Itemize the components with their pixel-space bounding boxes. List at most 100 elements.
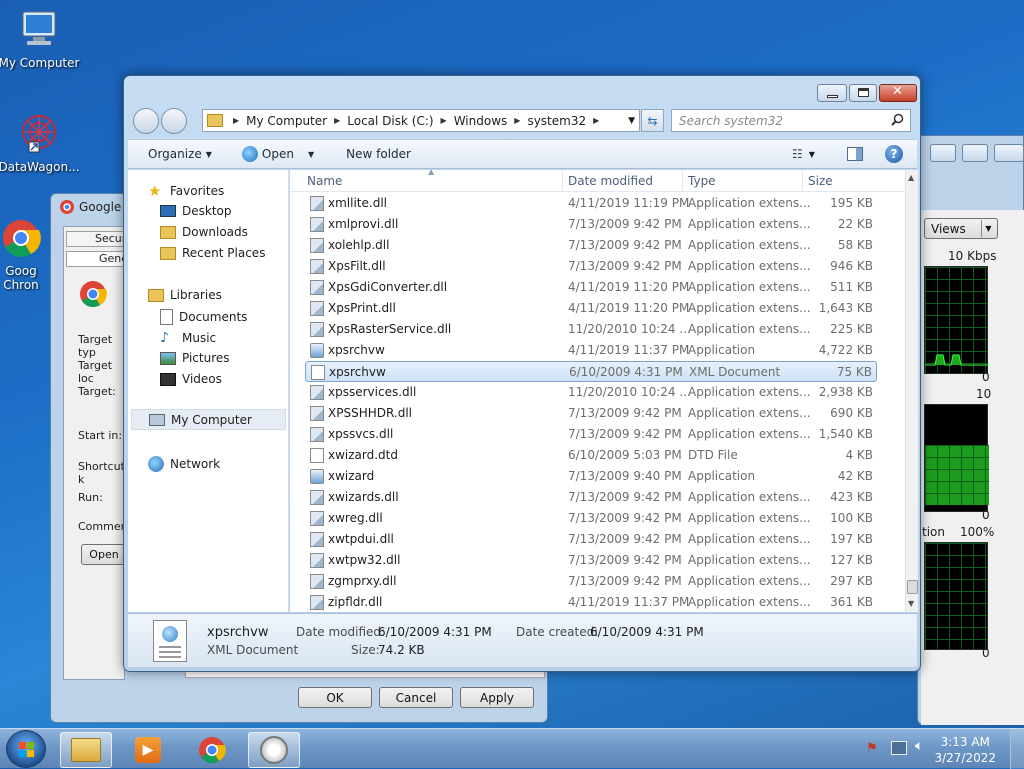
task-manager-window-bg[interactable]: Views ▼ 10 Kbps 0 10 0 tion 100% 0: [917, 135, 1024, 725]
column-date-modified[interactable]: Date modified: [568, 174, 653, 188]
tab-general[interactable]: Gene: [66, 251, 128, 267]
nav-my-computer[interactable]: My Computer: [131, 409, 286, 430]
file-date-modified: 7/13/2009 9:42 PM: [568, 406, 682, 420]
search-input[interactable]: Search system32: [671, 109, 911, 132]
file-row[interactable]: xpssvcs.dll 7/13/2009 9:42 PM Application …: [305, 424, 877, 445]
file-row[interactable]: zipfldr.dll 4/11/2019 11:37 PM Application…: [305, 592, 877, 612]
change-view-button[interactable]: ☷ ▼: [792, 147, 815, 161]
desktop-icon-my-computer[interactable]: My Computer: [0, 8, 81, 70]
nav-pictures[interactable]: Pictures: [160, 351, 230, 365]
nav-favorites[interactable]: ★ Favorites: [148, 183, 224, 199]
nav-network[interactable]: Network: [148, 456, 220, 472]
taskbar-task-manager-button[interactable]: [248, 732, 300, 768]
column-size[interactable]: Size: [808, 174, 833, 188]
file-row[interactable]: zgmprxy.dll 7/13/2009 9:42 PM Application …: [305, 571, 877, 592]
breadcrumb-system32[interactable]: system32: [522, 114, 591, 128]
file-row[interactable]: XpsRasterService.dll 11/20/2010 10:24 ...…: [305, 319, 877, 340]
tab-security[interactable]: Secur: [66, 231, 126, 247]
file-row[interactable]: xwizard.dtd 6/10/2009 5:03 PM DTD File 4 KB: [305, 445, 877, 466]
breadcrumb-windows[interactable]: Windows: [449, 114, 513, 128]
explorer-window[interactable]: ✕ ▶ My Computer ▶ Local Disk (C:) ▶ Wind…: [123, 75, 921, 672]
column-name[interactable]: Name: [307, 174, 342, 188]
maximize-icon: [858, 88, 869, 97]
scroll-down-icon[interactable]: ▼: [908, 599, 914, 608]
cancel-button[interactable]: Cancel: [379, 687, 453, 708]
nav-desktop[interactable]: Desktop: [160, 204, 232, 218]
open-file-location-button[interactable]: Open: [81, 544, 127, 565]
file-row[interactable]: xpsservices.dll 11/20/2010 10:24 ... Appli…: [305, 382, 877, 403]
show-desktop-button[interactable]: [1010, 729, 1024, 769]
close-button[interactable]: [994, 144, 1024, 162]
close-button[interactable]: ✕: [879, 84, 917, 102]
graph-label: 10: [976, 387, 992, 401]
file-date-modified: 7/13/2009 9:42 PM: [568, 259, 682, 273]
folder-icon: [207, 114, 223, 127]
column-type[interactable]: Type: [688, 174, 716, 188]
nav-documents[interactable]: Documents: [160, 309, 247, 325]
maximize-button[interactable]: [849, 84, 877, 102]
refresh-button[interactable]: ⇆: [641, 109, 664, 132]
file-row[interactable]: xwreg.dll 7/13/2009 9:42 PM Application ex…: [305, 508, 877, 529]
open-button[interactable]: Open ▼: [226, 146, 328, 162]
file-row[interactable]: xpsrchvw 6/10/2009 4:31 PM XML Document 75 …: [305, 361, 877, 382]
scroll-up-icon[interactable]: ▲: [908, 173, 914, 182]
volume-icon[interactable]: 🔈︎: [915, 738, 923, 754]
file-row[interactable]: XPSSHHDR.dll 7/13/2009 9:42 PM Application…: [305, 403, 877, 424]
forward-button[interactable]: [161, 108, 187, 134]
organize-button[interactable]: Organize ▼: [128, 147, 226, 161]
file-date-modified: 4/11/2019 11:20 PM: [568, 280, 690, 294]
file-row[interactable]: XpsGdiConverter.dll 4/11/2019 11:20 PM App…: [305, 277, 877, 298]
file-row[interactable]: XpsPrint.dll 4/11/2019 11:20 PM Applicatio…: [305, 298, 877, 319]
file-name: XpsRasterService.dll: [328, 322, 452, 336]
file-row[interactable]: xwtpdui.dll 7/13/2009 9:42 PM Application …: [305, 529, 877, 550]
file-row[interactable]: xwtpw32.dll 7/13/2009 9:42 PM Application …: [305, 550, 877, 571]
preview-pane-button[interactable]: [847, 147, 863, 161]
file-row[interactable]: XpsFilt.dll 7/13/2009 9:42 PM Application …: [305, 256, 877, 277]
file-row[interactable]: xwizard 7/13/2009 9:40 PM Application 42 KB: [305, 466, 877, 487]
action-center-flag-icon[interactable]: ⚑: [866, 741, 882, 757]
nav-downloads[interactable]: Downloads: [160, 225, 248, 239]
folder-icon: [71, 738, 101, 762]
address-bar[interactable]: ▶ My Computer ▶ Local Disk (C:) ▶ Window…: [202, 109, 640, 132]
file-row[interactable]: xpsrchvw 4/11/2019 11:37 PM Application 4,7…: [305, 340, 877, 361]
nav-music[interactable]: ♪ Music: [160, 330, 216, 346]
details-file-type: XML Document: [207, 643, 299, 657]
file-row[interactable]: xmlprovi.dll 7/13/2009 9:42 PM Application…: [305, 214, 877, 235]
taskbar-explorer-button[interactable]: [60, 732, 112, 768]
breadcrumb-my-computer[interactable]: My Computer: [241, 114, 332, 128]
file-size: 297 KB: [830, 574, 873, 588]
file-size: 423 KB: [830, 490, 873, 504]
desktop-icon-label: Goog Chron: [3, 264, 39, 292]
minimize-button[interactable]: [930, 144, 956, 162]
documents-icon: [160, 309, 173, 325]
taskbar-chrome-button[interactable]: [186, 732, 238, 768]
minimize-button[interactable]: [817, 84, 847, 102]
file-row[interactable]: xolehlp.dll 7/13/2009 9:42 PM Application …: [305, 235, 877, 256]
breadcrumb-arrow-icon: ▶: [593, 116, 600, 125]
nav-recent-places[interactable]: Recent Places: [160, 246, 265, 260]
scroll-thumb[interactable]: [907, 580, 918, 594]
breadcrumb-local-disk[interactable]: Local Disk (C:): [342, 114, 438, 128]
dll-icon: [310, 574, 324, 589]
clock[interactable]: 3:13 AM 3/27/2022: [934, 734, 996, 766]
maximize-button[interactable]: [962, 144, 988, 162]
nav-libraries[interactable]: Libraries: [148, 288, 222, 302]
taskbar-media-player-button[interactable]: ▶: [122, 732, 174, 768]
desktop-icon-datawagon[interactable]: DataWagon...: [0, 112, 81, 174]
new-folder-button[interactable]: New folder: [328, 147, 425, 161]
nav-videos[interactable]: Videos: [160, 372, 222, 386]
file-size: 58 KB: [837, 238, 873, 252]
back-button[interactable]: [133, 108, 159, 134]
file-row[interactable]: xmllite.dll 4/11/2019 11:19 PM Application…: [305, 193, 877, 214]
apply-button[interactable]: Apply: [460, 687, 534, 708]
help-button[interactable]: ?: [885, 145, 903, 163]
address-dropdown-icon[interactable]: ▼: [628, 116, 635, 126]
network-tray-icon[interactable]: [891, 741, 907, 755]
desktop-icon-chrome[interactable]: Goog Chron: [0, 216, 51, 292]
views-dropdown[interactable]: Views ▼: [924, 218, 998, 239]
ok-button[interactable]: OK: [298, 687, 372, 708]
vertical-scrollbar[interactable]: ▲ ▼: [905, 170, 918, 612]
file-row[interactable]: xwizards.dll 7/13/2009 9:42 PM Application…: [305, 487, 877, 508]
start-button[interactable]: [6, 730, 46, 768]
minimize-icon: [827, 95, 838, 98]
